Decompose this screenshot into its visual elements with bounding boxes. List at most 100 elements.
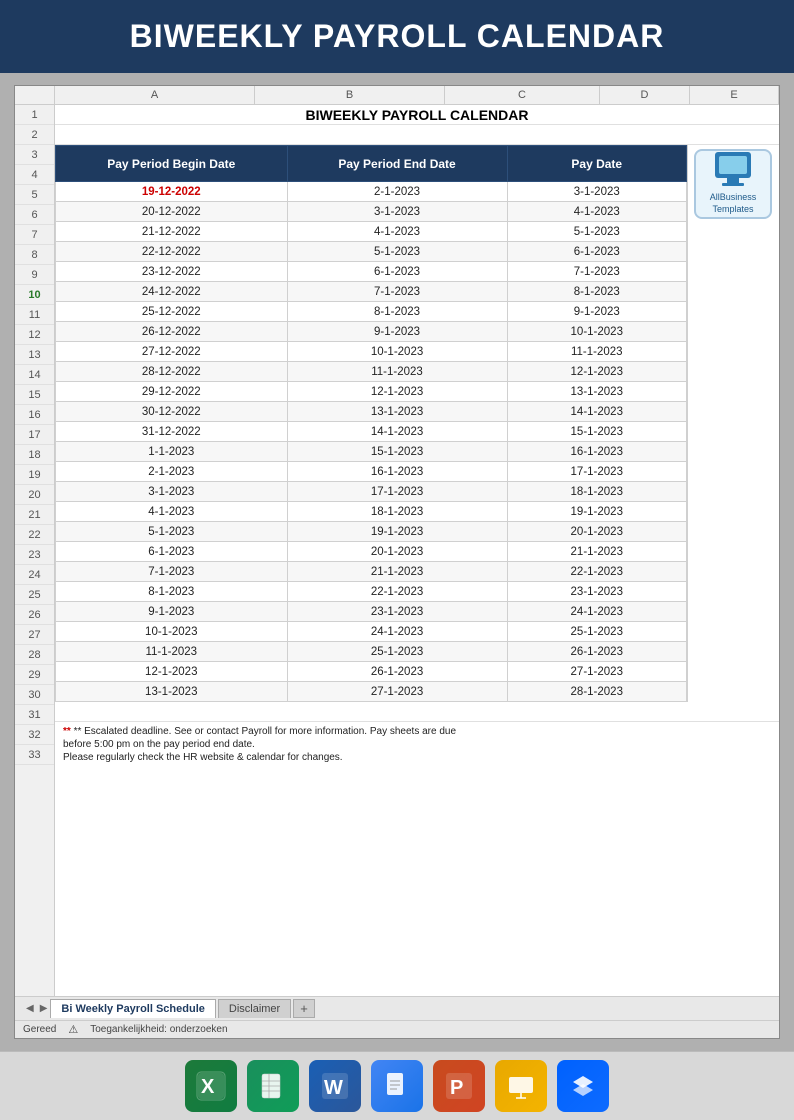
begin-date-cell: 22-12-2022	[56, 242, 288, 262]
pay-date-cell: 6-1-2023	[507, 242, 686, 262]
end-date-cell: 15-1-2023	[287, 442, 507, 462]
end-date-cell: 17-1-2023	[287, 482, 507, 502]
row-numbers: 1 2 3 4 5 6 7 8 9 10 11 12 13 14 15 16 1…	[15, 105, 55, 996]
table-row: 19-12-20222-1-20233-1-2023	[56, 182, 687, 202]
begin-date-cell: 6-1-2023	[56, 542, 288, 562]
end-date-cell: 2-1-2023	[287, 182, 507, 202]
header-pay-date: Pay Date	[507, 146, 686, 182]
row-num-8: 8	[15, 245, 54, 265]
status-ready: Gereed	[23, 1024, 56, 1035]
row-num-22: 22	[15, 525, 54, 545]
sheets-icon[interactable]	[247, 1060, 299, 1112]
end-date-cell: 5-1-2023	[287, 242, 507, 262]
row-num-1: 1	[15, 105, 54, 125]
tab-disclaimer[interactable]: Disclaimer	[218, 999, 291, 1018]
begin-date-cell: 26-12-2022	[56, 322, 288, 342]
row-num-27: 27	[15, 625, 54, 645]
end-date-cell: 16-1-2023	[287, 462, 507, 482]
tab-biweekly[interactable]: Bi Weekly Payroll Schedule	[50, 999, 215, 1018]
table-row: 5-1-202319-1-202320-1-2023	[56, 522, 687, 542]
main-content: A B C D E 1 2 3 4 5 6 7 8 9 10 11 12 13	[0, 73, 794, 1051]
col-header-row: A B C D E	[15, 86, 779, 105]
table-row: 13-1-202327-1-202328-1-2023	[56, 682, 687, 702]
row-num-30: 30	[15, 685, 54, 705]
end-date-cell: 6-1-2023	[287, 262, 507, 282]
begin-date-cell: 12-1-2023	[56, 662, 288, 682]
begin-date-cell: 31-12-2022	[56, 422, 288, 442]
table-row: 1-1-202315-1-202316-1-2023	[56, 442, 687, 462]
begin-date-cell: 1-1-2023	[56, 442, 288, 462]
row-num-31: 31	[15, 705, 54, 725]
excel-icon[interactable]: X	[185, 1060, 237, 1112]
pay-date-cell: 9-1-2023	[507, 302, 686, 322]
table-row: 2-1-202316-1-202317-1-2023	[56, 462, 687, 482]
tab-arrow-left[interactable]: ◀	[23, 1003, 37, 1014]
svg-text:P: P	[450, 1077, 463, 1099]
row-num-24: 24	[15, 565, 54, 585]
docs-icon[interactable]	[371, 1060, 423, 1112]
table-container: Pay Period Begin Date Pay Period End Dat…	[55, 145, 687, 702]
pay-date-cell: 16-1-2023	[507, 442, 686, 462]
app-icons-bar: X W P	[0, 1051, 794, 1120]
table-row: 31-12-202214-1-202315-1-2023	[56, 422, 687, 442]
slides-icon[interactable]	[495, 1060, 547, 1112]
powerpoint-icon[interactable]: P	[433, 1060, 485, 1112]
tab-add-button[interactable]: +	[293, 999, 315, 1018]
begin-date-cell: 24-12-2022	[56, 282, 288, 302]
row-num-4: 4	[15, 165, 54, 185]
pay-date-cell: 28-1-2023	[507, 682, 686, 702]
row-num-9: 9	[15, 265, 54, 285]
pay-date-cell: 12-1-2023	[507, 362, 686, 382]
table-row: 28-12-202211-1-202312-1-2023	[56, 362, 687, 382]
pay-date-cell: 24-1-2023	[507, 602, 686, 622]
table-row: 3-1-202317-1-202318-1-2023	[56, 482, 687, 502]
pay-date-cell: 8-1-2023	[507, 282, 686, 302]
row-num-29: 29	[15, 665, 54, 685]
end-date-cell: 19-1-2023	[287, 522, 507, 542]
begin-date-cell: 8-1-2023	[56, 582, 288, 602]
end-date-cell: 3-1-2023	[287, 202, 507, 222]
begin-date-cell: 21-12-2022	[56, 222, 288, 242]
pay-date-cell: 18-1-2023	[507, 482, 686, 502]
begin-date-cell: 30-12-2022	[56, 402, 288, 422]
monitor-icon	[715, 152, 751, 178]
table-row: 6-1-202320-1-202321-1-2023	[56, 542, 687, 562]
empty-row-30	[55, 702, 779, 722]
tabs-bar: ◀ ▶ Bi Weekly Payroll Schedule Disclaime…	[15, 996, 779, 1020]
end-date-cell: 22-1-2023	[287, 582, 507, 602]
begin-date-cell: 9-1-2023	[56, 602, 288, 622]
tab-arrow-right[interactable]: ▶	[37, 1003, 51, 1014]
end-date-cell: 20-1-2023	[287, 542, 507, 562]
row-num-17: 17	[15, 425, 54, 445]
end-date-cell: 26-1-2023	[287, 662, 507, 682]
word-icon[interactable]: W	[309, 1060, 361, 1112]
begin-date-cell: 10-1-2023	[56, 622, 288, 642]
row-num-28: 28	[15, 645, 54, 665]
table-row: 8-1-202322-1-202323-1-2023	[56, 582, 687, 602]
end-date-cell: 12-1-2023	[287, 382, 507, 402]
end-date-cell: 25-1-2023	[287, 642, 507, 662]
pay-date-cell: 21-1-2023	[507, 542, 686, 562]
end-date-cell: 10-1-2023	[287, 342, 507, 362]
begin-date-cell: 4-1-2023	[56, 502, 288, 522]
col-b-label: B	[255, 86, 445, 104]
row-num-18: 18	[15, 445, 54, 465]
table-row: 11-1-202325-1-202326-1-2023	[56, 642, 687, 662]
begin-date-cell: 11-1-2023	[56, 642, 288, 662]
row-num-5: 5	[15, 185, 54, 205]
begin-date-cell: 13-1-2023	[56, 682, 288, 702]
pay-date-cell: 13-1-2023	[507, 382, 686, 402]
pay-date-cell: 10-1-2023	[507, 322, 686, 342]
table-row: 9-1-202323-1-202324-1-2023	[56, 602, 687, 622]
table-row: 27-12-202210-1-202311-1-2023	[56, 342, 687, 362]
pay-date-cell: 19-1-2023	[507, 502, 686, 522]
end-date-cell: 9-1-2023	[287, 322, 507, 342]
end-date-cell: 23-1-2023	[287, 602, 507, 622]
table-row: 29-12-202212-1-202313-1-2023	[56, 382, 687, 402]
monitor-screen	[719, 156, 747, 174]
spreadsheet-title: BIWEEKLY PAYROLL CALENDAR	[55, 105, 779, 125]
end-date-cell: 4-1-2023	[287, 222, 507, 242]
col-d-label: D	[600, 86, 690, 104]
dropbox-icon[interactable]	[557, 1060, 609, 1112]
pay-date-cell: 5-1-2023	[507, 222, 686, 242]
